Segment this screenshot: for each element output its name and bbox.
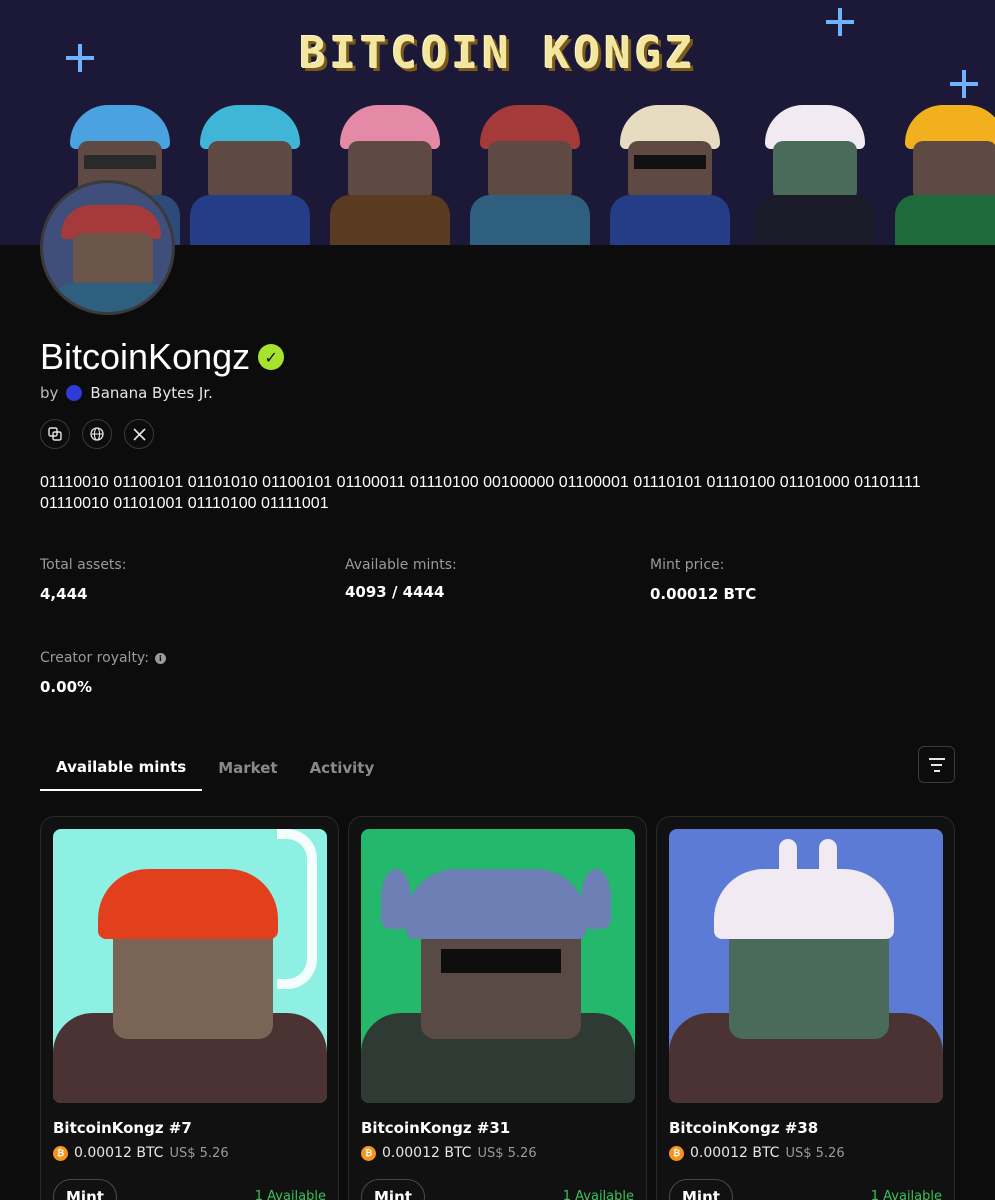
banner-kong [610, 105, 730, 245]
x-profile-button[interactable] [124, 419, 154, 449]
stat-value: 4,444 [40, 585, 88, 603]
banner-kong [895, 105, 995, 245]
nft-price: 0.00012 BTC [74, 1145, 164, 1161]
stat-label: Total assets: [40, 557, 127, 573]
nft-card[interactable]: BitcoinKongz #7 ₿ 0.00012 BTC US$ 5.26 M… [40, 816, 339, 1200]
bitcoin-icon: ₿ [669, 1145, 684, 1161]
title-row: BitcoinKongz ✓ [40, 336, 285, 378]
availability-label: 1 Available [562, 1189, 634, 1200]
royalty-label: Creator royalty: [40, 650, 149, 666]
globe-icon [90, 427, 104, 441]
x-logo-icon [132, 427, 146, 441]
copy-icon [48, 427, 62, 441]
collection-tabs: Available mints Market Activity [40, 745, 390, 791]
nft-price-row: ₿ 0.00012 BTC US$ 5.26 [361, 1145, 537, 1161]
stat-mint-price: Mint price: 0.00012 BTC [650, 557, 756, 603]
by-label: by [40, 384, 59, 402]
stat-label: Available mints: [345, 557, 457, 573]
banner-kong [470, 105, 590, 245]
nft-card[interactable]: BitcoinKongz #31 ₿ 0.00012 BTC US$ 5.26 … [348, 816, 647, 1200]
collection-description: 01110010 01100101 01101010 01100101 0110… [40, 474, 921, 512]
tab-activity[interactable]: Activity [294, 745, 391, 791]
stat-label: Mint price: [650, 557, 725, 573]
collection-avatar [40, 180, 175, 315]
availability-label: 1 Available [870, 1189, 942, 1200]
banner-kong [330, 105, 450, 245]
copy-button[interactable] [40, 419, 70, 449]
creator-byline: by Banana Bytes Jr. [40, 384, 213, 402]
stat-label: Creator royalty: i [40, 650, 166, 666]
availability-label: 1 Available [254, 1189, 326, 1200]
mint-button[interactable]: Mint [53, 1179, 117, 1200]
stat-value: 0.00012 BTC [650, 585, 757, 603]
nft-usd-price: US$ 5.26 [477, 1145, 537, 1161]
nft-image[interactable] [669, 829, 943, 1103]
nft-name: BitcoinKongz #31 [361, 1119, 511, 1137]
tab-market[interactable]: Market [202, 745, 293, 791]
nft-name: BitcoinKongz #38 [669, 1119, 819, 1137]
collection-actions [40, 419, 154, 449]
nft-price: 0.00012 BTC [690, 1145, 780, 1161]
stat-available-mints: Available mints: 4093 / 4444 [345, 557, 457, 601]
banner-kong [190, 105, 310, 245]
mint-button[interactable]: Mint [669, 1179, 733, 1200]
mint-button[interactable]: Mint [361, 1179, 425, 1200]
creator-link[interactable]: Banana Bytes Jr. [90, 384, 213, 402]
nft-price-row: ₿ 0.00012 BTC US$ 5.26 [669, 1145, 845, 1161]
nft-image[interactable] [53, 829, 327, 1103]
nft-price-row: ₿ 0.00012 BTC US$ 5.26 [53, 1145, 229, 1161]
stat-total-assets: Total assets: 4,444 [40, 557, 126, 603]
nft-name: BitcoinKongz #7 [53, 1119, 192, 1137]
banner-title: BITCOIN KONGZ [299, 28, 696, 79]
stat-creator-royalty: Creator royalty: i 0.00% [40, 650, 166, 696]
check-badge-icon: ✓ [258, 344, 285, 370]
creator-avatar [66, 385, 83, 401]
filter-icon [928, 757, 945, 760]
nft-usd-price: US$ 5.26 [169, 1145, 229, 1161]
nft-price: 0.00012 BTC [382, 1145, 472, 1161]
nft-usd-price: US$ 5.26 [785, 1145, 845, 1161]
banner-kong [755, 105, 875, 245]
bitcoin-icon: ₿ [361, 1145, 376, 1161]
website-button[interactable] [82, 419, 112, 449]
nft-image[interactable] [361, 829, 635, 1103]
stat-value: 4093 / 4444 [345, 583, 445, 601]
bitcoin-icon: ₿ [53, 1145, 68, 1161]
filter-button[interactable] [918, 746, 955, 783]
stat-value: 0.00% [40, 678, 93, 696]
info-icon[interactable]: i [154, 652, 166, 664]
nft-card[interactable]: BitcoinKongz #38 ₿ 0.00012 BTC US$ 5.26 … [656, 816, 955, 1200]
collection-title: BitcoinKongz [40, 336, 251, 377]
collection-page: BITCOIN KONGZ BitcoinKongz ✓ by Banana B… [0, 0, 995, 1200]
tab-available-mints[interactable]: Available mints [40, 745, 203, 791]
